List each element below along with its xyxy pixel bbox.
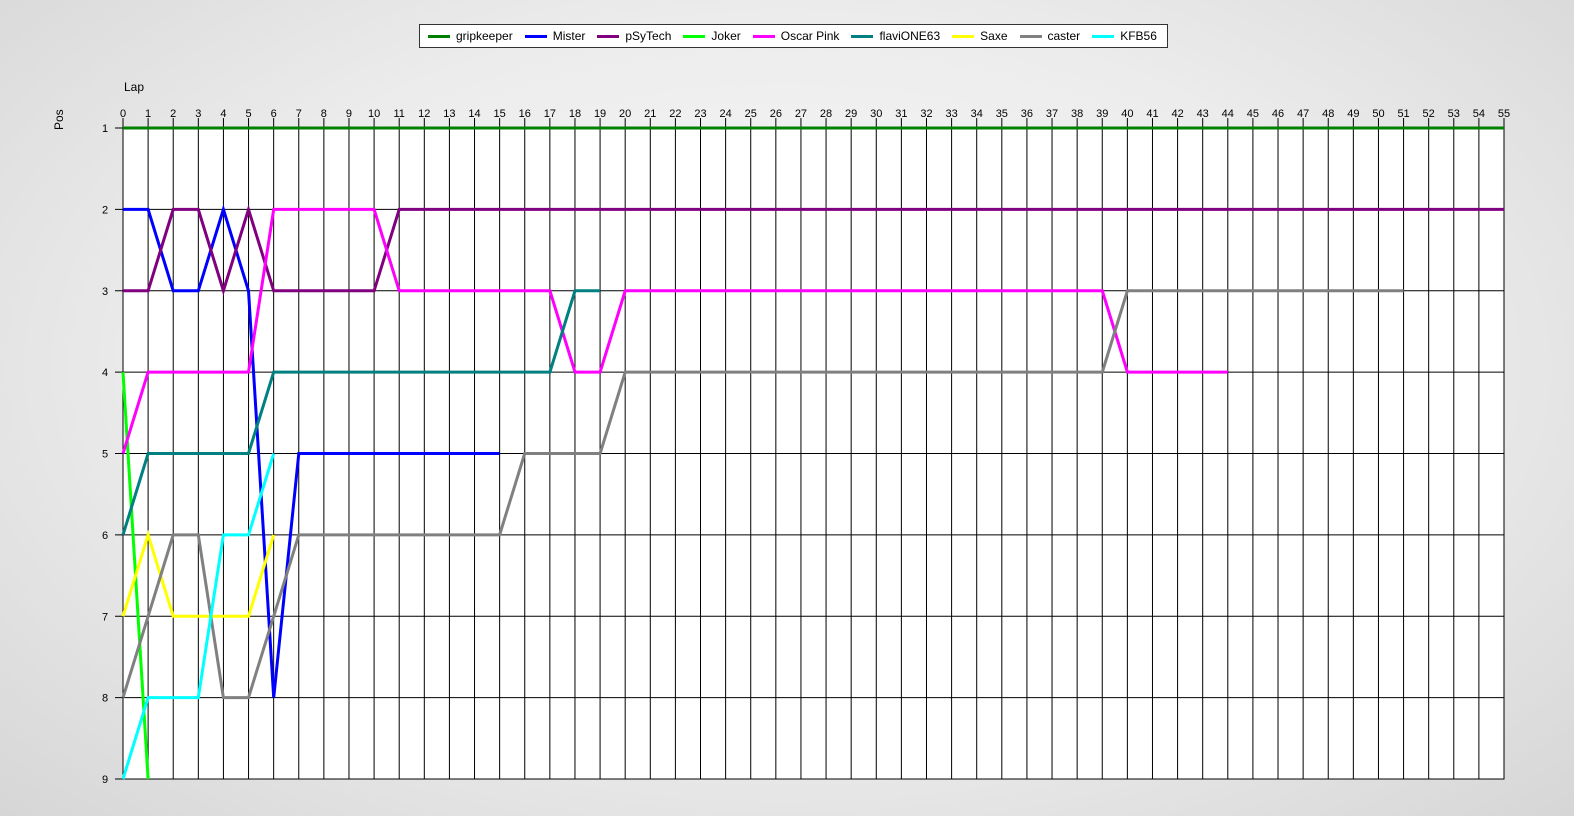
x-tick-label: 37 — [1046, 108, 1058, 120]
x-tick-label: 34 — [971, 108, 983, 120]
x-tick-label: 25 — [745, 108, 757, 120]
x-tick-label: 48 — [1322, 108, 1334, 120]
x-tick-label: 1 — [145, 108, 151, 120]
x-tick-label: 41 — [1146, 108, 1158, 120]
x-tick-label: 43 — [1197, 108, 1209, 120]
x-tick-label: 32 — [920, 108, 932, 120]
x-tick-label: 5 — [245, 108, 251, 120]
y-tick-label: 8 — [102, 693, 108, 705]
x-tick-label: 44 — [1222, 108, 1234, 120]
position-chart: 0 1 2 3 4 5 6 7 8 9 10 11 12 13 14 15 16 17 18 19 20 21 22 23 24… — [102, 108, 1510, 786]
x-tick-label: 9 — [346, 108, 352, 120]
x-tick-label: 28 — [820, 108, 832, 120]
x-tick-label: 38 — [1071, 108, 1083, 120]
x-tick-label: 17 — [544, 108, 556, 120]
x-tick-label: 40 — [1121, 108, 1133, 120]
x-tick-label: 31 — [895, 108, 907, 120]
x-tick-label: 35 — [996, 108, 1008, 120]
x-tick-label: 20 — [619, 108, 631, 120]
x-tick-label: 33 — [945, 108, 957, 120]
x-tick-label: 2 — [170, 108, 176, 120]
y-tick-label: 1 — [102, 123, 108, 135]
y-tick-label: 7 — [102, 611, 108, 623]
x-tick-label: 50 — [1372, 108, 1384, 120]
y-tick-label: 6 — [102, 530, 108, 542]
x-tick-label: 45 — [1247, 108, 1259, 120]
x-tick-label: 0 — [120, 108, 126, 120]
x-tick-label: 22 — [669, 108, 681, 120]
x-tick-label: 47 — [1297, 108, 1309, 120]
x-tick-label: 10 — [368, 108, 380, 120]
x-tick-label: 16 — [519, 108, 531, 120]
x-tick-label: 18 — [569, 108, 581, 120]
x-tick-label: 12 — [418, 108, 430, 120]
x-tick-label: 4 — [220, 108, 226, 120]
x-tick-label: 19 — [594, 108, 606, 120]
y-tick-label: 9 — [102, 774, 108, 786]
x-tick-label: 24 — [719, 108, 731, 120]
y-tick-label: 3 — [102, 286, 108, 298]
x-tick-label: 39 — [1096, 108, 1108, 120]
x-tick-label: 46 — [1272, 108, 1284, 120]
x-tick-label: 13 — [443, 108, 455, 120]
x-tick-label: 11 — [393, 108, 404, 120]
x-tick-label: 49 — [1347, 108, 1359, 120]
x-tick-label: 14 — [468, 108, 480, 120]
x-tick-label: 29 — [845, 108, 857, 120]
x-tick-label: 7 — [296, 108, 302, 120]
x-tick-label: 6 — [271, 108, 277, 120]
x-tick-label: 36 — [1021, 108, 1033, 120]
x-tick-label: 30 — [870, 108, 882, 120]
x-tick-label: 53 — [1448, 108, 1460, 120]
x-tick-label: 51 — [1397, 108, 1409, 120]
x-tick-label: 15 — [494, 108, 506, 120]
y-tick-label: 4 — [102, 367, 108, 379]
y-tick-label: 2 — [102, 204, 108, 216]
x-tick-label: 42 — [1171, 108, 1183, 120]
x-tick-label: 55 — [1498, 108, 1510, 120]
x-tick-label: 8 — [321, 108, 327, 120]
x-tick-label: 21 — [644, 108, 656, 120]
x-tick-label: 54 — [1473, 108, 1485, 120]
x-tick-label: 52 — [1423, 108, 1435, 120]
x-tick-label: 26 — [770, 108, 782, 120]
x-tick-label: 27 — [795, 108, 807, 120]
y-tick-label: 5 — [102, 449, 108, 461]
x-tick-label: 23 — [694, 108, 706, 120]
x-tick-label: 3 — [195, 108, 201, 120]
